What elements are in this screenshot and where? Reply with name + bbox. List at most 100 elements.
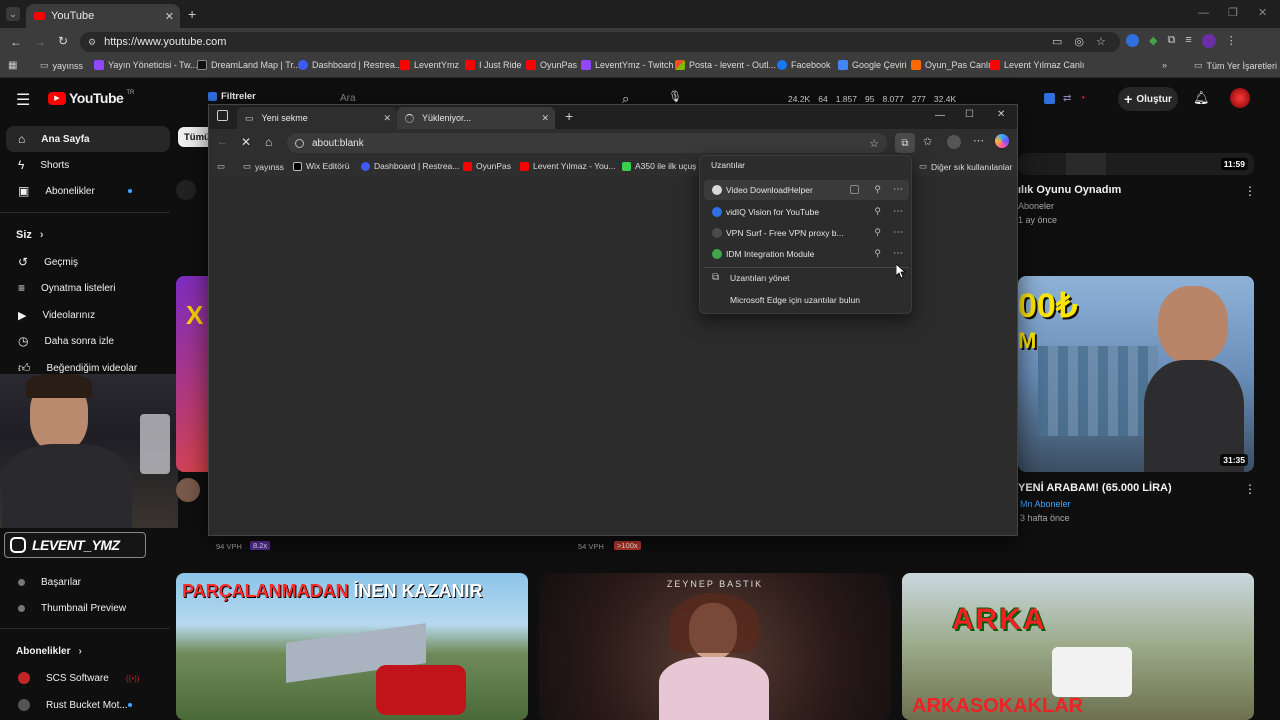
- close-tab-icon[interactable]: ✕: [165, 10, 174, 23]
- favorites-icon[interactable]: ✩: [923, 135, 932, 148]
- sidebar-item-watch-later[interactable]: ◷ Daha sonra izle: [0, 328, 170, 354]
- search-input[interactable]: Ara: [340, 93, 356, 104]
- maximize-icon[interactable]: ❐: [1228, 6, 1238, 19]
- sidebar-item-achievements[interactable]: Başarılar: [0, 569, 170, 595]
- site-info-icon[interactable]: ⚙: [88, 37, 96, 48]
- close-window-icon[interactable]: ✕: [1258, 6, 1267, 19]
- create-button[interactable]: + Oluştur: [1118, 87, 1178, 111]
- video-thumbnail-4[interactable]: ZEYNEP BASTIK: [539, 573, 891, 720]
- forward-icon[interactable]: →: [34, 35, 46, 49]
- chrome-tab-youtube[interactable]: YouTube ✕: [26, 4, 180, 28]
- sidebar-item-history[interactable]: ↺ Geçmiş: [0, 249, 170, 275]
- edge-tab-new[interactable]: ▭ Yeni sekme ✕: [237, 107, 397, 129]
- pin-icon[interactable]: ⚲: [874, 206, 881, 217]
- apps-grid-icon[interactable]: ▦: [8, 60, 17, 71]
- tab-search-icon[interactable]: ⌄: [6, 7, 20, 21]
- channel-avatar-left[interactable]: [176, 478, 200, 502]
- sidebar-item-shorts[interactable]: ϟ Shorts: [0, 152, 170, 178]
- edge-fav-4[interactable]: Levent Yılmaz - You...: [520, 161, 616, 171]
- channel-avatar-top[interactable]: [176, 180, 196, 200]
- toggle-visibility-icon[interactable]: [850, 185, 859, 194]
- eye-off-icon[interactable]: ◎: [1074, 35, 1084, 48]
- bookmark-star-icon[interactable]: ☆: [1096, 35, 1106, 48]
- video-channel-2[interactable]: Mn Aboneler: [1020, 499, 1071, 509]
- edge-address-bar[interactable]: about:blank ☆: [287, 133, 887, 153]
- edge-fav-1[interactable]: Wix Editörü: [293, 161, 349, 171]
- more-options-icon[interactable]: ⋯: [893, 184, 903, 195]
- all-bookmarks[interactable]: ▭ Tüm Yer İşaretleri: [1194, 60, 1277, 71]
- extension-vidiq[interactable]: vidIQ Vision for YouTube ⚲ ⋯: [704, 202, 909, 222]
- bookmark-9[interactable]: Facebook: [777, 60, 831, 70]
- media-controls-icon[interactable]: ≡: [1185, 34, 1191, 48]
- video-thumbnail-5[interactable]: ARKA ARKASOKAKLAR: [902, 573, 1254, 720]
- vidiq-icon[interactable]: [1044, 93, 1055, 104]
- video-thumbnail-2[interactable]: 00₺ M 31:35: [1018, 276, 1254, 472]
- bookmark-4[interactable]: LeventYmz: [400, 60, 459, 70]
- pin-icon[interactable]: ⚲: [874, 184, 881, 195]
- profile-avatar[interactable]: [1201, 34, 1216, 48]
- favorites-sidebar-icon[interactable]: ▭: [217, 161, 225, 172]
- pin-icon[interactable]: ⚲: [874, 248, 881, 259]
- hamburger-menu-icon[interactable]: ☰: [16, 90, 30, 110]
- bookmark-12[interactable]: Levent Yılmaz Canlı: [990, 60, 1084, 70]
- extension-icon-blue[interactable]: [1126, 34, 1139, 47]
- bookmark-8[interactable]: Posta - levent - Outl...: [675, 60, 776, 70]
- tab-actions-icon[interactable]: [217, 110, 228, 121]
- home-icon[interactable]: ⌂: [265, 135, 272, 149]
- bookmark-10[interactable]: Google Çeviri: [838, 60, 907, 70]
- more-options-icon[interactable]: ⋯: [893, 248, 903, 259]
- sidebar-you-header[interactable]: Siz ›: [16, 229, 44, 241]
- edge-other-favorites[interactable]: ▭ Diğer sık kullanılanlar: [919, 161, 1012, 172]
- video-thumbnail-3[interactable]: PARÇALANMADAN İNEN KAZANIR: [176, 573, 528, 720]
- bookmark-2[interactable]: DreamLand Map | Tr...: [197, 60, 300, 70]
- filters-button[interactable]: Filtreler: [208, 91, 256, 102]
- more-options-icon[interactable]: ⋯: [893, 227, 903, 238]
- sidebar-item-subscriptions[interactable]: ▣ Abonelikler: [0, 178, 170, 204]
- extension-video-downloadhelper[interactable]: Video DownloadHelper ⚲ ⋯: [704, 180, 909, 200]
- bookmark-5[interactable]: I Just Ride: [465, 60, 522, 70]
- edge-fav-5[interactable]: A350 ile ilk uçuş d: [622, 161, 704, 171]
- settings-more-icon[interactable]: ⋯: [973, 134, 984, 147]
- copilot-icon[interactable]: [995, 134, 1009, 148]
- yt-avatar[interactable]: [1230, 88, 1250, 108]
- minimize-icon[interactable]: —: [935, 110, 945, 121]
- video-menu-icon[interactable]: ⋮: [1244, 184, 1256, 198]
- sidebar-item-your-videos[interactable]: ▶ Videolarınız: [0, 302, 170, 328]
- translate-icon[interactable]: ⇄: [1063, 93, 1071, 104]
- edge-tab-loading[interactable]: Yükleniyor... ✕: [397, 107, 555, 129]
- sidebar-sub-scs[interactable]: SCS Software ((•)): [0, 665, 170, 691]
- pin-icon[interactable]: ⚲: [874, 227, 881, 238]
- maximize-icon[interactable]: ☐: [965, 109, 974, 120]
- more-bookmarks-icon[interactable]: »: [1162, 60, 1167, 70]
- extension-icon-green[interactable]: ◆: [1149, 34, 1157, 48]
- new-tab-icon[interactable]: +: [188, 6, 196, 22]
- video-thumbnail-1[interactable]: 11:59: [1018, 153, 1254, 175]
- cast-icon[interactable]: ▭: [1052, 35, 1062, 48]
- extension-vpn-surf[interactable]: VPN Surf - Free VPN proxy b... ⚲ ⋯: [704, 223, 909, 243]
- back-icon[interactable]: ←: [217, 136, 228, 148]
- sidebar-item-thumbnail-preview[interactable]: Thumbnail Preview: [0, 595, 170, 621]
- microphone-icon[interactable]: 🎙︎: [668, 90, 682, 103]
- bookmark-1[interactable]: Yayın Yöneticisi - Tw...: [94, 60, 198, 70]
- favorite-star-icon[interactable]: ☆: [869, 137, 879, 150]
- video-channel-1[interactable]: Aboneler: [1018, 201, 1054, 211]
- youtube-logo[interactable]: ▶ YouTube TR: [48, 90, 134, 106]
- video-title-2[interactable]: YENİ ARABAM! (65.000 LİRA): [1018, 482, 1172, 494]
- stop-loading-icon[interactable]: ✕: [241, 135, 251, 149]
- video-title-1[interactable]: ılık Oyunu Oynadım: [1018, 184, 1121, 196]
- close-tab-icon[interactable]: ✕: [383, 113, 391, 124]
- back-icon[interactable]: ←: [10, 35, 22, 49]
- find-extensions-item[interactable]: Microsoft Edge için uzantılar bulun: [704, 290, 909, 310]
- bookmark-7[interactable]: LeventYmz - Twitch: [581, 60, 673, 70]
- reload-icon[interactable]: ↻: [58, 34, 68, 48]
- extensions-puzzle-icon[interactable]: ⧉: [1167, 34, 1175, 48]
- sidebar-item-playlists[interactable]: ≡ Oynatma listeleri: [0, 275, 170, 301]
- edge-fav-0[interactable]: ▭ yayınss: [243, 161, 284, 172]
- chrome-menu-icon[interactable]: ⋮: [1226, 34, 1237, 48]
- video-menu-icon[interactable]: ⋮: [1244, 482, 1256, 496]
- bookmark-0[interactable]: ▭ yayınss: [40, 60, 83, 71]
- edge-fav-3[interactable]: OyunPas: [463, 161, 511, 171]
- close-tab-icon[interactable]: ✕: [541, 113, 549, 124]
- edge-fav-2[interactable]: Dashboard | Restrea...: [361, 161, 459, 171]
- close-window-icon[interactable]: ✕: [997, 109, 1005, 120]
